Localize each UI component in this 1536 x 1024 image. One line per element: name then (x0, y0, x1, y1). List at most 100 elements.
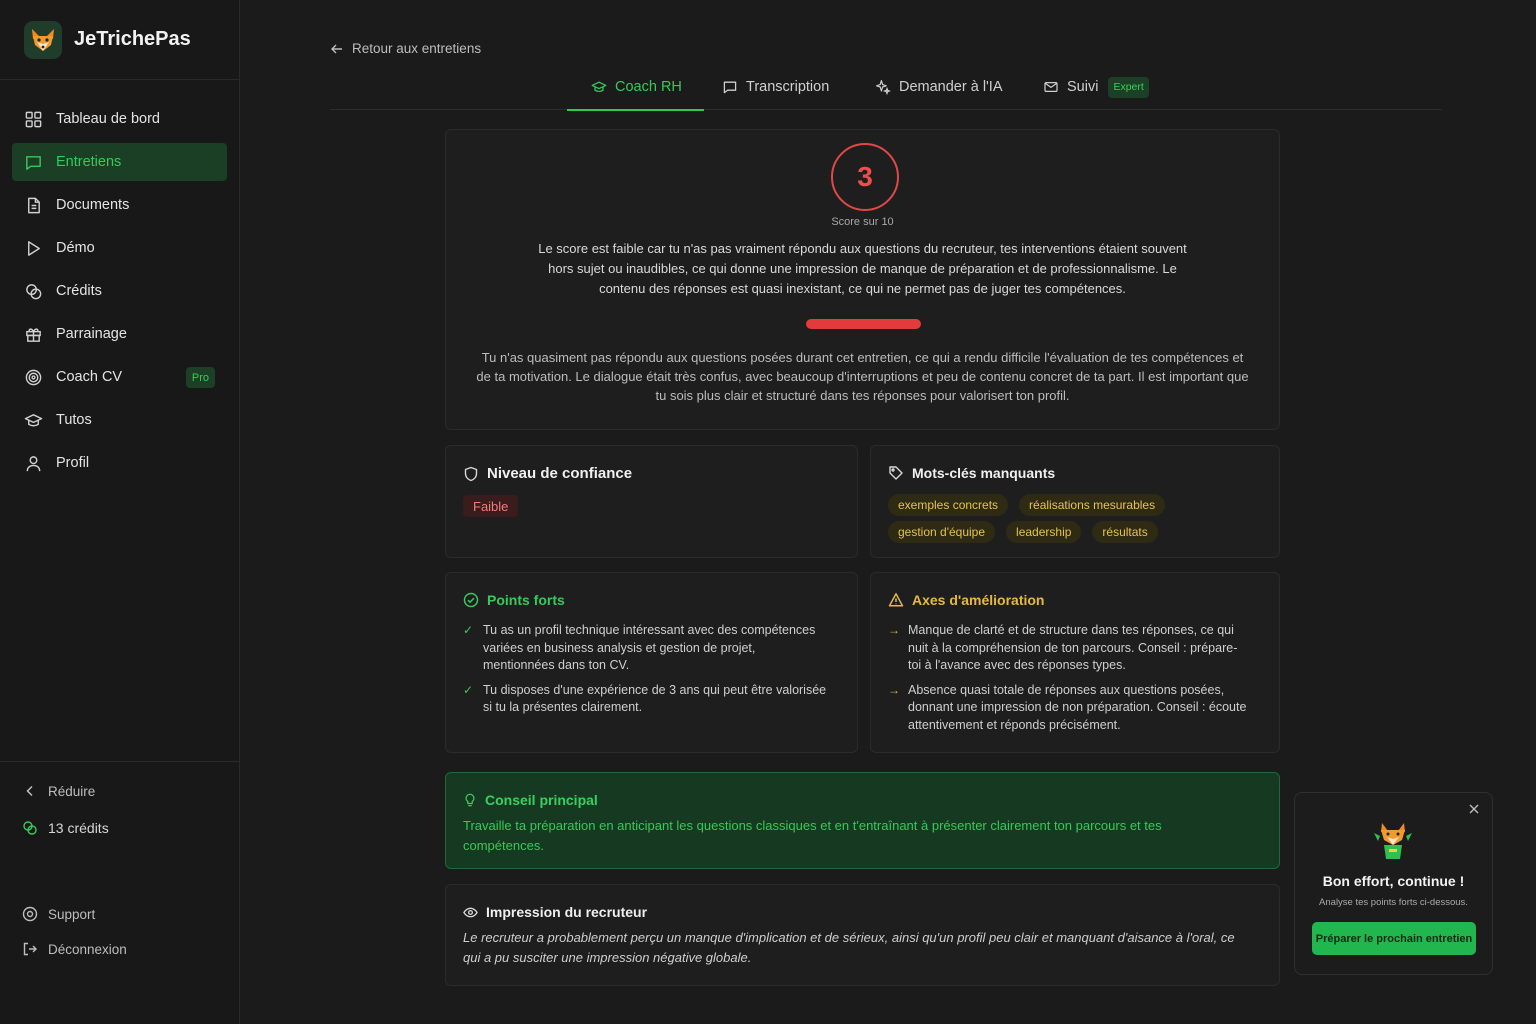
strengths-title-text: Points forts (487, 592, 565, 608)
logout-icon (23, 942, 37, 956)
strength-text: Tu disposes d'une expérience de 3 ans qu… (483, 682, 827, 715)
impression-text: Le recruteur a probablement perçu un man… (463, 930, 1235, 965)
confidence-title: Niveau de confiance (463, 465, 632, 482)
graduation-cap-icon (24, 413, 43, 426)
logout-link[interactable]: Déconnexion (22, 941, 127, 957)
graduation-cap-icon (591, 81, 607, 93)
list-item: ✓ Tu as un profil technique intéressant … (463, 622, 827, 675)
sidebar-item-label: Crédits (56, 283, 102, 299)
tab-suivi[interactable]: Suivi Expert (1043, 64, 1149, 110)
credits-label: 13 crédits (48, 820, 109, 836)
tab-bar: Coach RH Transcription Demander à l'IA S… (330, 64, 1442, 111)
sidebar-item-label: Démo (56, 240, 95, 256)
impression-title-text: Impression du recruteur (486, 904, 648, 920)
check-circle-icon (463, 592, 479, 608)
support-link[interactable]: Support (22, 906, 95, 922)
help-circle-icon (22, 906, 38, 922)
sidebar-item-entretiens[interactable]: Entretiens (12, 143, 227, 181)
sidebar-item-demo[interactable]: Démo (12, 229, 227, 267)
check-icon: ✓ (463, 682, 474, 697)
arrow-right-icon: → (888, 682, 900, 697)
shield-icon (464, 466, 478, 481)
toast-subtitle: Analyse tes points forts ci-dessous. (1319, 897, 1468, 908)
credits-balance[interactable]: 13 crédits (22, 820, 109, 836)
list-item: → Manque de clarté et de structure dans … (888, 622, 1249, 675)
logout-label: Déconnexion (48, 941, 127, 957)
score-ring: 3 (831, 143, 899, 211)
close-icon[interactable] (1466, 801, 1482, 817)
fox-logo-icon (24, 20, 62, 59)
keywords-title-text: Mots-clés manquants (912, 465, 1056, 481)
tab-demander-ia[interactable]: Demander à l'IA (875, 64, 1003, 110)
pro-badge: Pro (185, 367, 215, 388)
sidebar-item-profil[interactable]: Profil (12, 444, 227, 482)
main-advice-card: Conseil principal Travaille ta préparati… (445, 772, 1280, 869)
keyword-chip: exemples concrets (888, 494, 1009, 516)
list-item: → Absence quasi totale de réponses aux q… (888, 682, 1249, 735)
recruiter-impression-card: Impression du recruteur Le recruteur a p… (445, 884, 1280, 986)
check-icon: ✓ (463, 623, 474, 637)
tab-label: Transcription (746, 79, 830, 95)
sidebar-item-label: Tableau de bord (56, 111, 160, 127)
confidence-level-badge: Faible (463, 495, 519, 517)
target-icon (25, 369, 42, 385)
document-icon (28, 197, 40, 213)
collapse-sidebar-button[interactable]: Réduire (22, 783, 95, 799)
tag-icon (889, 466, 903, 480)
sparkles-icon (876, 80, 891, 95)
advice-text: Travaille ta préparation en anticipant l… (463, 818, 1162, 853)
arrow-left-icon (331, 44, 342, 53)
fox-mascot-icon (1374, 823, 1412, 859)
expert-badge: Expert (1108, 76, 1149, 98)
prepare-next-interview-button[interactable]: Préparer le prochain entretien (1312, 922, 1476, 955)
eye-icon (463, 907, 478, 917)
mail-icon (1044, 82, 1058, 92)
chat-icon (723, 81, 737, 94)
collapse-label: Réduire (48, 783, 96, 799)
strengths-list: ✓ Tu as un profil technique intéressant … (463, 622, 827, 724)
improvements-card: Axes d'amélioration → Manque de clarté e… (870, 572, 1280, 753)
missing-keywords-card: Mots-clés manquants exemples concrets ré… (870, 445, 1280, 558)
sidebar-item-credits[interactable]: Crédits (12, 272, 227, 310)
arrow-right-icon: → (888, 623, 900, 637)
keyword-chip: leadership (1006, 521, 1082, 543)
keywords-list: exemples concrets réalisations mesurable… (888, 494, 1268, 543)
sidebar-item-documents[interactable]: Documents (12, 186, 227, 224)
toast-title: Bon effort, continue ! (1322, 873, 1465, 889)
sidebar-item-coach-cv[interactable]: Coach CV Pro (12, 358, 227, 396)
improvements-title: Axes d'amélioration (888, 592, 1044, 608)
sidebar-item-label: Parrainage (56, 326, 127, 342)
strengths-title: Points forts (463, 592, 565, 608)
play-icon (28, 240, 40, 256)
sidebar-item-label: Profil (56, 455, 90, 471)
sidebar-item-tableau-de-bord[interactable]: Tableau de bord (12, 100, 227, 138)
coins-icon (23, 821, 37, 835)
score-value: 3 (857, 161, 873, 192)
tab-label: Suivi (1067, 79, 1099, 95)
back-to-interviews-link[interactable]: Retour aux entretiens (330, 41, 481, 56)
score-explanation: Le score est faible car tu n'as pas vrai… (538, 241, 1187, 296)
chat-icon (26, 155, 41, 170)
sidebar-nav: Tableau de bord Entretiens Documents Dém… (0, 80, 239, 482)
grid-icon (25, 111, 42, 127)
tab-transcription[interactable]: Transcription (722, 64, 829, 110)
tab-label: Demander à l'IA (899, 79, 1003, 95)
improvements-title-text: Axes d'amélioration (912, 592, 1045, 608)
warning-icon (888, 593, 904, 607)
keywords-title: Mots-clés manquants (888, 465, 1055, 481)
score-card: 3 Score sur 10 Le score est faible car t… (445, 129, 1280, 430)
lightbulb-icon (465, 793, 475, 807)
advice-title-text: Conseil principal (485, 792, 598, 808)
sidebar-item-parrainage[interactable]: Parrainage (12, 315, 227, 353)
sidebar: JeTrichePas Tableau de bord Entretiens D… (0, 0, 240, 1024)
impression-title: Impression du recruteur (463, 904, 647, 920)
sidebar-item-label: Documents (56, 197, 130, 213)
tab-coach-rh[interactable]: Coach RH (567, 64, 704, 111)
score-label: Score sur 10 (831, 216, 894, 228)
advice-title: Conseil principal (463, 792, 598, 808)
brand[interactable]: JeTrichePas (0, 0, 239, 80)
back-label: Retour aux entretiens (352, 41, 482, 56)
sidebar-item-tutos[interactable]: Tutos (12, 401, 227, 439)
app-name: JeTrichePas (74, 28, 191, 50)
confidence-title-text: Niveau de confiance (487, 465, 633, 482)
